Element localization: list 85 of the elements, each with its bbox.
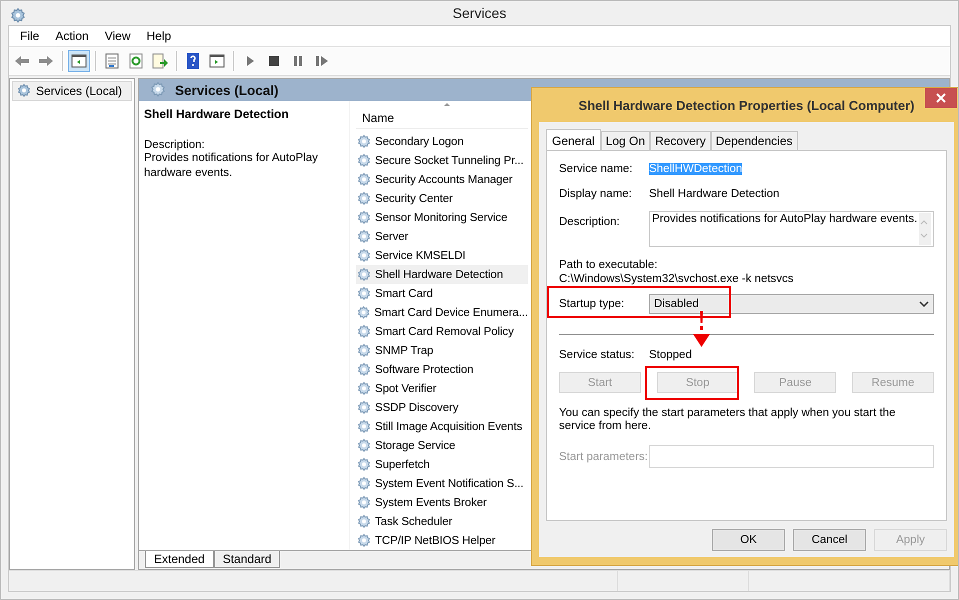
menu-item[interactable]: File	[12, 29, 48, 43]
gear-icon	[356, 210, 372, 226]
gear-icon	[356, 532, 372, 548]
tree-item[interactable]: Services (Local)	[12, 81, 132, 101]
service-row[interactable]: Secondary Logon	[356, 132, 528, 151]
service-row[interactable]: TCP/IP NetBIOS Helper	[356, 531, 528, 550]
window-title: Services	[452, 5, 506, 21]
gear-icon	[356, 494, 372, 510]
gear-icon	[356, 286, 372, 302]
gear-icon	[356, 228, 372, 244]
gear-icon	[16, 83, 32, 99]
service-row[interactable]: Shell Hardware Detection	[356, 265, 528, 284]
gear-icon	[149, 81, 167, 99]
service-row[interactable]: SSDP Discovery	[356, 398, 528, 417]
gear-icon	[356, 266, 372, 282]
column-header[interactable]: Name	[356, 101, 528, 129]
menu-item[interactable]: View	[96, 29, 138, 43]
field-label: Start parameters:	[559, 450, 649, 462]
service-row[interactable]: System Event Notification S...	[356, 474, 528, 493]
gear-icon	[356, 418, 372, 434]
service-row[interactable]: Software Protection	[356, 360, 528, 379]
service-row[interactable]: Sensor Monitoring Service	[356, 208, 528, 227]
service-title: Shell Hardware Detection	[144, 107, 290, 121]
panel-title: Services (Local)	[175, 82, 279, 98]
gear-icon	[356, 190, 372, 206]
gear-icon	[356, 152, 372, 168]
path-value: C:\Windows\System32\svchost.exe -k netsvcs	[559, 273, 795, 285]
close-icon[interactable]	[925, 88, 957, 108]
service-row[interactable]: Security Accounts Manager	[356, 170, 528, 189]
service-row[interactable]: Security Center	[356, 189, 528, 208]
dialog-tab[interactable]: Log On	[600, 131, 650, 150]
service-row[interactable]: Secure Socket Tunneling Pr...	[356, 151, 528, 170]
chevron-down-icon	[919, 301, 929, 307]
service-row[interactable]: System Events Broker	[356, 493, 528, 512]
description-text: Provides notifications for AutoPlay hardware events.	[144, 151, 319, 181]
field-label: Service status:	[559, 349, 636, 361]
display-name-value: Shell Hardware Detection	[649, 188, 780, 200]
gear-icon	[356, 342, 372, 358]
view-tab[interactable]: Extended	[145, 551, 214, 568]
view-tab[interactable]: Standard	[214, 551, 280, 568]
menu-item[interactable]: Action	[47, 29, 97, 43]
path-label: Path to executable:	[559, 259, 658, 271]
service-row[interactable]: Storage Service	[356, 436, 528, 455]
service-row[interactable]: Smart Card Device Enumera...	[356, 303, 528, 322]
gear-icon	[356, 134, 372, 150]
service-row[interactable]: Still Image Acquisition Events	[356, 417, 528, 436]
dialog-tab[interactable]: Recovery	[650, 131, 711, 150]
arrow-icon	[691, 310, 711, 348]
gear-icon	[356, 380, 372, 396]
gear-icon	[356, 304, 372, 320]
field-label: Display name:	[559, 188, 633, 200]
hint-text: You can specify the start parameters that apply when you start the service from here.	[559, 407, 896, 433]
gear-icon	[356, 456, 372, 472]
status-value: Stopped	[649, 349, 692, 361]
service-row[interactable]: Smart Card Removal Policy	[356, 322, 528, 341]
tree-icon[interactable]	[68, 50, 90, 72]
gear-icon	[9, 7, 27, 25]
gear-icon	[356, 248, 372, 264]
description-label: Description:	[144, 139, 206, 151]
menu-item[interactable]: Help	[138, 29, 180, 43]
gear-icon	[356, 514, 372, 530]
field-label: Description:	[559, 216, 621, 228]
startup-type-dropdown[interactable]: Disabled	[649, 294, 934, 314]
gear-icon	[356, 324, 372, 340]
gear-icon	[356, 172, 372, 188]
gear-icon	[356, 400, 372, 416]
dialog-button[interactable]: Cancel	[793, 529, 866, 551]
gear-icon	[356, 476, 372, 492]
service-row[interactable]: Service KMSELDI	[356, 246, 528, 265]
dialog-button[interactable]: OK	[712, 529, 785, 551]
description-field[interactable]: Provides notifications for AutoPlay hardware events.	[649, 211, 934, 247]
service-name-value: ShellHWDetection	[649, 163, 742, 175]
service-row[interactable]: SNMP Trap	[356, 341, 528, 360]
service-row[interactable]: Server	[356, 227, 528, 246]
service-row[interactable]: Task Scheduler	[356, 512, 528, 531]
dialog-tab[interactable]: Dependencies	[710, 131, 798, 150]
field-label: Service name:	[559, 163, 634, 175]
dialog-tab[interactable]: General	[546, 129, 601, 151]
service-row[interactable]: Superfetch	[356, 455, 528, 474]
service-row[interactable]: Spot Verifier	[356, 379, 528, 398]
gear-icon	[356, 362, 372, 378]
gear-icon	[356, 438, 372, 454]
field-label: Startup type:	[559, 298, 626, 310]
dialog-title: Shell Hardware Detection Properties (Local Computer)	[578, 98, 914, 112]
service-row[interactable]: Smart Card	[356, 284, 528, 303]
